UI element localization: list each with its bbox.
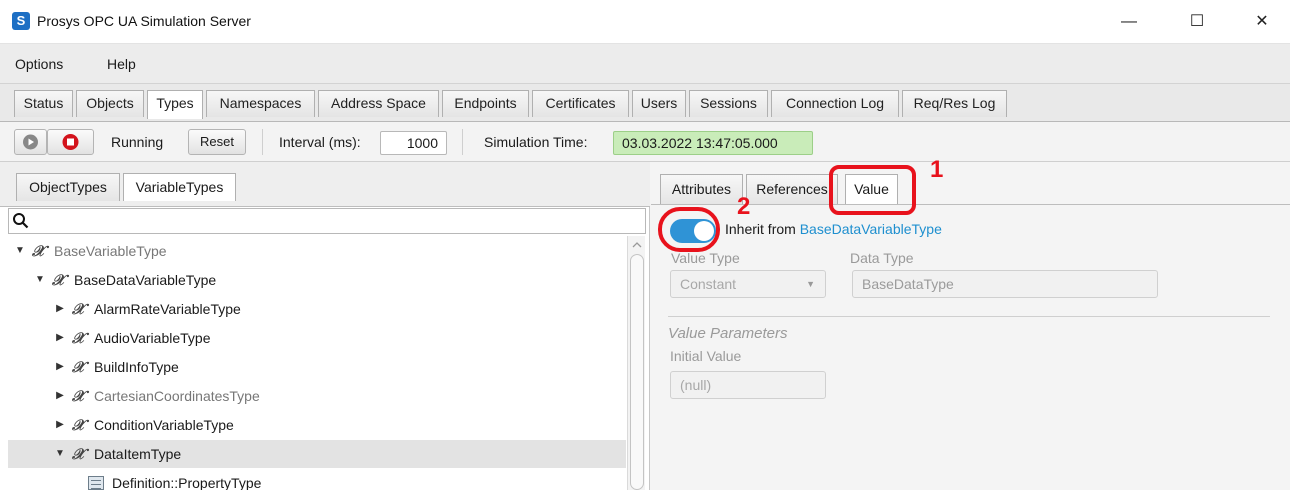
annotation-highlight-value-tab <box>829 165 916 215</box>
tab-namespaces[interactable]: Namespaces <box>206 90 315 117</box>
tab-certificates[interactable]: Certificates <box>532 90 629 117</box>
tab-sessions[interactable]: Sessions <box>689 90 768 117</box>
inherit-type-link[interactable]: BaseDataVariableType <box>800 221 942 237</box>
tree-item-label: AudioVariableType <box>94 330 211 346</box>
tab-status[interactable]: Status <box>14 90 73 117</box>
main-tab-bar: Status Objects Types Namespaces Address … <box>0 84 1290 122</box>
tab-users[interactable]: Users <box>632 90 686 117</box>
tree-item-audio-variable-type[interactable]: ▶ 𝒳 AudioVariableType <box>8 324 626 352</box>
value-type-label: Value Type <box>671 250 740 266</box>
scroll-up-icon[interactable] <box>628 238 646 252</box>
collapsed-arrow-icon[interactable]: ▶ <box>54 324 66 352</box>
annotation-highlight-toggle <box>658 207 720 252</box>
tree-item-label: ConditionVariableType <box>94 417 234 433</box>
tree-item-label: CartesianCoordinatesType <box>94 388 260 404</box>
stop-button[interactable] <box>47 129 94 155</box>
property-icon <box>88 476 104 490</box>
tab-object-types[interactable]: ObjectTypes <box>16 173 120 201</box>
tree-search-input[interactable] <box>8 208 646 234</box>
tree-item-alarm-rate-variable-type[interactable]: ▶ 𝒳 AlarmRateVariableType <box>8 295 626 323</box>
collapsed-arrow-icon[interactable]: ▶ <box>54 353 66 381</box>
tab-endpoints[interactable]: Endpoints <box>442 90 529 117</box>
interval-label: Interval (ms): <box>279 134 361 150</box>
section-divider <box>668 316 1270 317</box>
reset-button[interactable]: Reset <box>188 129 246 155</box>
simulation-status: Running <box>111 134 164 150</box>
tree-item-definition-property[interactable]: Definition::PropertyType <box>8 469 626 490</box>
tree-item-build-info-type[interactable]: ▶ 𝒳 BuildInfoType <box>8 353 626 381</box>
close-button[interactable]: ✕ <box>1239 0 1285 44</box>
toolbar-divider <box>462 129 463 155</box>
tab-req-res-log[interactable]: Req/Res Log <box>902 90 1007 117</box>
variable-type-icon: 𝒳 <box>32 242 45 260</box>
tree-item-data-item-type[interactable]: ▼ 𝒳 DataItemType <box>8 440 626 468</box>
collapsed-arrow-icon[interactable]: ▶ <box>54 382 66 410</box>
value-type-selected: Constant <box>680 276 737 292</box>
tree-item-label: BaseDataVariableType <box>74 272 217 288</box>
initial-value-label: Initial Value <box>670 348 742 364</box>
simulation-time-value: 03.03.2022 13:47:05.000 <box>613 131 813 155</box>
expanded-arrow-icon[interactable]: ▼ <box>14 237 26 265</box>
window-title: Prosys OPC UA Simulation Server <box>37 13 251 29</box>
play-button[interactable] <box>14 129 47 155</box>
tab-address-space[interactable]: Address Space <box>318 90 439 117</box>
type-category-tabs: ObjectTypes VariableTypes <box>0 162 650 207</box>
tree-item-label: DataItemType <box>94 446 182 462</box>
type-tree-panel: ObjectTypes VariableTypes ▼ 𝒳 BaseVariab… <box>0 162 650 490</box>
initial-value-field[interactable]: (null) <box>670 371 826 399</box>
tree-item-label: BaseVariableType <box>54 243 167 259</box>
data-type-field[interactable]: BaseDataType <box>852 270 1158 298</box>
menu-options[interactable]: Options <box>15 56 63 72</box>
tree-scrollbar[interactable] <box>627 236 645 490</box>
tab-references[interactable]: References <box>746 174 838 204</box>
tree-item-label: AlarmRateVariableType <box>94 301 241 317</box>
annotation-number-1: 1 <box>930 156 944 183</box>
tab-connection-log[interactable]: Connection Log <box>771 90 899 117</box>
variable-type-icon: 𝒳 <box>52 271 65 289</box>
tree-item-condition-variable-type[interactable]: ▶ 𝒳 ConditionVariableType <box>8 411 626 439</box>
value-type-select[interactable]: Constant ▼ <box>670 270 826 298</box>
variable-type-icon: 𝒳 <box>72 445 85 463</box>
tab-objects[interactable]: Objects <box>76 90 144 117</box>
search-icon <box>13 213 29 229</box>
tree-item-label: BuildInfoType <box>94 359 179 375</box>
maximize-button[interactable]: ☐ <box>1174 0 1220 44</box>
collapsed-arrow-icon[interactable]: ▶ <box>54 411 66 439</box>
inherit-prefix: Inherit from <box>725 221 796 237</box>
expanded-arrow-icon[interactable]: ▼ <box>34 266 46 294</box>
play-icon <box>23 134 38 150</box>
variable-type-icon: 𝒳 <box>72 358 85 376</box>
tree-item-base-variable-type[interactable]: ▼ 𝒳 BaseVariableType <box>8 237 626 265</box>
tab-attributes[interactable]: Attributes <box>660 174 743 204</box>
tree-item-label: Definition::PropertyType <box>112 475 262 490</box>
dropdown-arrow-icon: ▼ <box>806 279 815 289</box>
value-parameters-title: Value Parameters <box>668 325 788 342</box>
variable-type-icon: 𝒳 <box>72 387 85 405</box>
title-bar: S Prosys OPC UA Simulation Server — ☐ ✕ <box>0 0 1290 44</box>
tree-item-cartesian-coordinates-type[interactable]: ▶ 𝒳 CartesianCoordinatesType <box>8 382 626 410</box>
prosys-app-icon: S <box>12 12 30 30</box>
menu-bar: Options Help <box>0 44 1290 84</box>
annotation-number-2: 2 <box>737 193 751 220</box>
toolbar-divider <box>262 129 263 155</box>
variable-type-tree: ▼ 𝒳 BaseVariableType ▼ 𝒳 BaseDataVariabl… <box>8 237 628 490</box>
stop-icon <box>62 134 79 150</box>
interval-input[interactable]: 1000 <box>380 131 447 155</box>
data-type-label: Data Type <box>850 250 914 266</box>
tab-variable-types[interactable]: VariableTypes <box>123 173 236 201</box>
simulation-time-label: Simulation Time: <box>484 134 588 150</box>
variable-type-icon: 𝒳 <box>72 416 85 434</box>
minimize-button[interactable]: — <box>1106 0 1152 44</box>
expanded-arrow-icon[interactable]: ▼ <box>54 440 66 468</box>
scrollbar-thumb[interactable] <box>630 254 644 490</box>
menu-help[interactable]: Help <box>107 56 136 72</box>
inherit-label: Inherit from BaseDataVariableType <box>725 221 942 237</box>
variable-type-icon: 𝒳 <box>72 329 85 347</box>
variable-type-icon: 𝒳 <box>72 300 85 318</box>
tree-item-base-data-variable-type[interactable]: ▼ 𝒳 BaseDataVariableType <box>8 266 626 294</box>
tab-types[interactable]: Types <box>147 90 203 119</box>
collapsed-arrow-icon[interactable]: ▶ <box>54 295 66 323</box>
